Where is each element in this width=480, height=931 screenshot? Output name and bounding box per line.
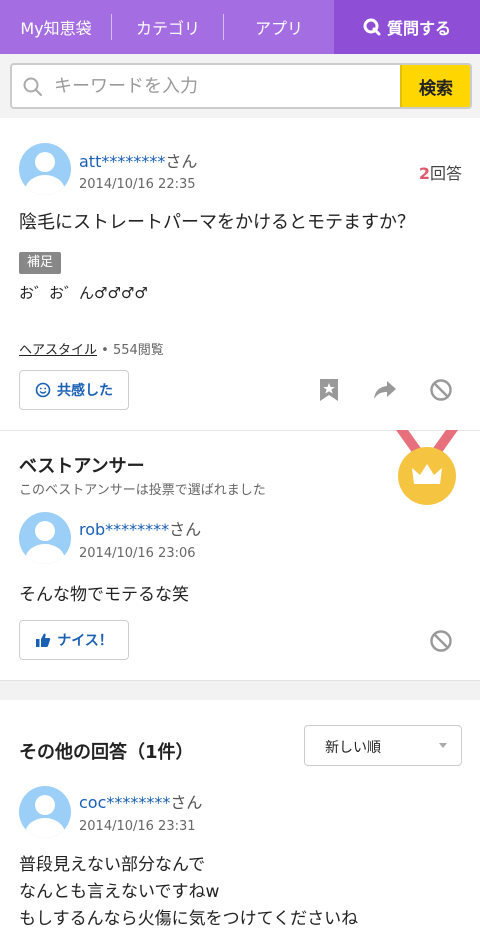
sort-selected-label: 新しい順 <box>325 740 381 756</box>
category-link[interactable]: ヘアスタイル <box>19 343 97 358</box>
answer-line: もしするんなら火傷に気をつけてくださいね <box>19 909 359 929</box>
nice-label: ナイス！ <box>57 633 113 649</box>
sort-select[interactable]: 新しい順 <box>304 725 462 766</box>
top-nav: My知恵袋 カテゴリ アプリ 質問する <box>0 0 480 54</box>
thumbs-up-icon <box>35 632 51 648</box>
supplement-badge: 補足 <box>19 252 62 274</box>
other-answer-date: 2014/10/16 23:31 <box>79 819 196 834</box>
block-icon[interactable] <box>427 376 455 404</box>
question-author-name[interactable]: att******** <box>79 152 165 171</box>
medal-icon <box>392 430 462 508</box>
question-author[interactable]: att********さん <box>79 148 197 172</box>
supplement-text: お゛お゛ん♂♂♂♂ <box>19 284 148 302</box>
meta-dot: • <box>97 343 113 358</box>
best-answer-author[interactable]: rob********さん <box>79 516 201 540</box>
ask-question-label: 質問する <box>386 19 451 38</box>
honorific: さん <box>170 793 203 812</box>
best-answer-note: このベストアンサーは投票で選ばれました <box>19 483 266 498</box>
answer-count-label: 回答 <box>429 164 462 183</box>
search-box: 検索 <box>10 63 472 109</box>
question-icon <box>363 18 381 36</box>
best-answer-text: そんな物でモテるな笑 <box>19 585 189 605</box>
best-answer-author-name[interactable]: rob******** <box>79 520 169 539</box>
other-answer-author[interactable]: coc********さん <box>79 789 202 813</box>
search-button[interactable]: 検索 <box>400 65 470 107</box>
nav-my-chiebukuro[interactable]: My知恵袋 <box>0 0 112 54</box>
empathy-button[interactable]: 共感した <box>19 370 129 410</box>
question-meta: ヘアスタイル • 554閲覧 <box>19 339 164 358</box>
nav-category[interactable]: カテゴリ <box>112 0 224 54</box>
other-answer-text: 普段見えない部分なんで なんとも言えないですねw もしするんなら火傷に気をつけて… <box>19 852 358 931</box>
honorific: さん <box>165 152 198 171</box>
search-icon <box>22 76 44 98</box>
nice-button[interactable]: ナイス！ <box>19 620 129 660</box>
block-icon[interactable] <box>427 627 455 655</box>
section-separator <box>0 680 480 700</box>
answer-count-number: 2 <box>418 164 430 183</box>
view-count: 554閲覧 <box>112 343 164 358</box>
best-answer-heading: ベストアンサー <box>19 456 145 477</box>
answer-count: 2回答 <box>419 160 462 184</box>
avatar[interactable] <box>19 786 71 838</box>
nav-apps[interactable]: アプリ <box>224 0 334 54</box>
other-answers-heading: その他の回答（1件） <box>19 742 194 763</box>
chevron-down-icon <box>439 743 447 748</box>
share-icon[interactable] <box>371 376 399 404</box>
search-input[interactable] <box>54 65 400 107</box>
honorific: さん <box>169 520 202 539</box>
avatar[interactable] <box>19 143 71 195</box>
answer-line: 普段見えない部分なんで <box>19 855 206 875</box>
search-bar: 検索 <box>0 54 480 118</box>
ask-question-button[interactable]: 質問する <box>334 0 480 54</box>
answer-line: なんとも言えないですねw <box>19 882 220 902</box>
bookmark-icon[interactable] <box>315 376 343 404</box>
question-date: 2014/10/16 22:35 <box>79 177 196 192</box>
empathy-label: 共感した <box>57 383 113 399</box>
question-title: 陰毛にストレートパーマをかけるとモテますか？ <box>19 212 415 233</box>
smile-icon <box>35 382 51 398</box>
avatar[interactable] <box>19 512 71 564</box>
other-answer-author-name[interactable]: coc******** <box>79 793 170 812</box>
best-answer-date: 2014/10/16 23:06 <box>79 546 196 561</box>
